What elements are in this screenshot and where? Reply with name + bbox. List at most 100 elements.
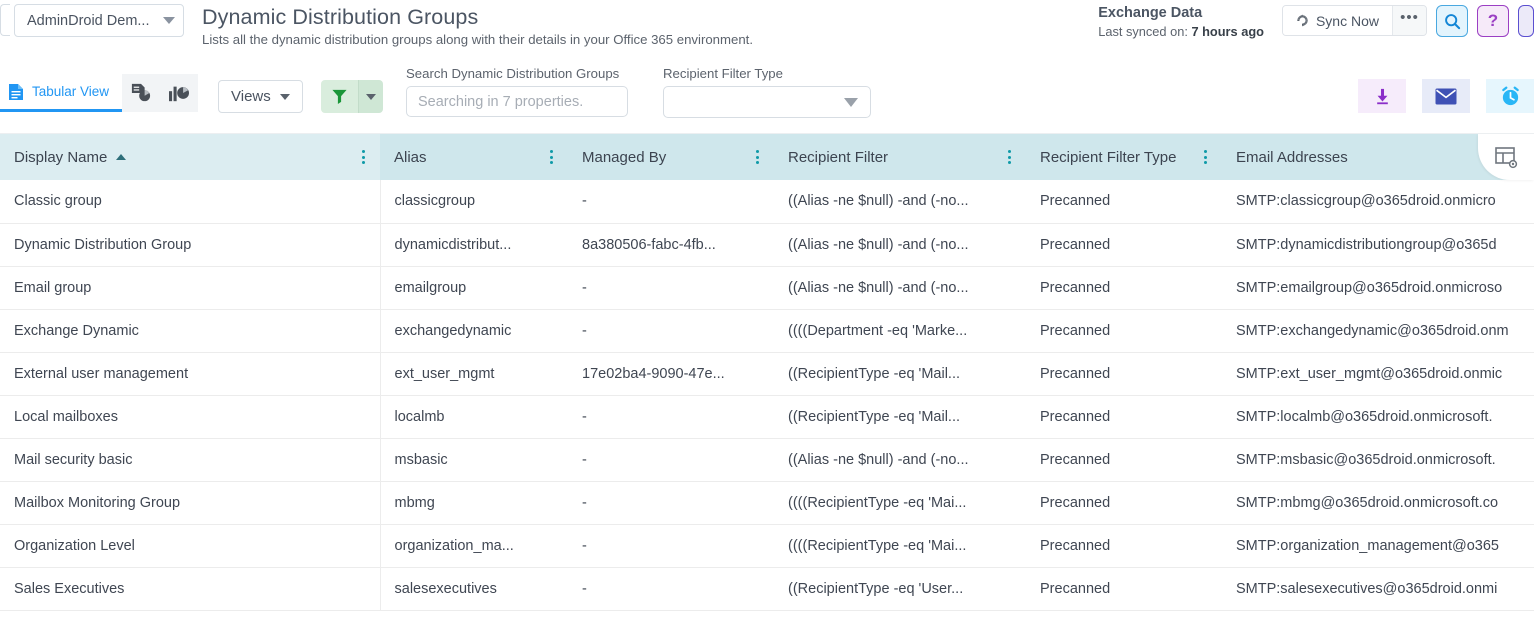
data-source-label: Exchange Data <box>1098 4 1264 23</box>
sidebar-edge-stub <box>0 4 10 36</box>
refresh-icon <box>1296 14 1309 27</box>
page-subtitle: Lists all the dynamic distribution group… <box>202 31 753 49</box>
sync-now-button[interactable]: Sync Now <box>1283 6 1392 35</box>
settings-button-clipped[interactable] <box>1518 5 1534 37</box>
summary-view-button[interactable] <box>122 74 160 112</box>
tenant-name: AdminDroid Dem... <box>27 13 159 29</box>
cell-recipient-filter-type: Precanned <box>1026 309 1222 352</box>
chevron-down-icon <box>844 98 858 107</box>
funnel-icon <box>331 88 348 105</box>
table-header-row: Display Name Alias Managed By Recipient … <box>0 134 1534 180</box>
table-row[interactable]: Sales Executivessalesexecutives-((Recipi… <box>0 567 1534 610</box>
chart-view-button[interactable] <box>160 74 198 112</box>
cell-recipient-filter-type: Precanned <box>1026 266 1222 309</box>
sync-status: Exchange Data Last synced on: 7 hours ag… <box>1098 2 1264 41</box>
recipient-filter-type-select[interactable] <box>663 86 871 118</box>
column-header-managed-by[interactable]: Managed By <box>568 134 774 180</box>
cell-recipient-filter-type: Precanned <box>1026 567 1222 610</box>
download-button[interactable] <box>1358 79 1406 113</box>
cell-email-addresses: SMTP:salesexecutives@o365droid.onmi <box>1222 567 1534 610</box>
email-button[interactable] <box>1422 79 1470 113</box>
tenant-selector[interactable]: AdminDroid Dem... <box>14 4 184 37</box>
column-options-icon[interactable] <box>1198 148 1212 166</box>
cell-alias: organization_ma... <box>380 524 568 567</box>
search-field-group: Search Dynamic Distribution Groups <box>406 66 628 117</box>
cell-email-addresses: SMTP:exchangedynamic@o365droid.onm <box>1222 309 1534 352</box>
cell-managed-by: 8a380506-fabc-4fb... <box>568 223 774 266</box>
table-settings-icon <box>1494 145 1518 169</box>
cell-recipient-filter: ((RecipientType -eq 'Mail... <box>774 395 1026 438</box>
last-synced-value: 7 hours ago <box>1191 24 1264 39</box>
recipient-filter-type-label: Recipient Filter Type <box>663 66 871 81</box>
views-dropdown-button[interactable]: Views <box>218 80 303 113</box>
recipient-filter-type-group: Recipient Filter Type <box>663 66 871 118</box>
chevron-down-icon <box>163 17 175 24</box>
tab-tabular-view[interactable]: Tabular View <box>0 74 122 112</box>
sync-more-button[interactable]: ••• <box>1392 6 1426 35</box>
cell-recipient-filter: ((((RecipientType -eq 'Mai... <box>774 524 1026 567</box>
cell-managed-by: - <box>568 524 774 567</box>
table-row[interactable]: External user managementext_user_mgmt17e… <box>0 352 1534 395</box>
cell-email-addresses: SMTP:organization_management@o365 <box>1222 524 1534 567</box>
cell-alias: emailgroup <box>380 266 568 309</box>
column-header-alias[interactable]: Alias <box>380 134 568 180</box>
view-toolbar: Tabular View Views <box>0 52 1534 134</box>
cell-display-name: Exchange Dynamic <box>0 309 380 352</box>
app-header: AdminDroid Dem... Dynamic Distribution G… <box>0 0 1534 52</box>
schedule-button[interactable] <box>1486 79 1534 113</box>
chevron-down-icon <box>366 94 376 100</box>
table-row[interactable]: Exchange Dynamicexchangedynamic-((((Depa… <box>0 309 1534 352</box>
cell-recipient-filter-type: Precanned <box>1026 395 1222 438</box>
cell-alias: salesexecutives <box>380 567 568 610</box>
table-row[interactable]: Organization Levelorganization_ma...-(((… <box>0 524 1534 567</box>
column-header-recipient-filter[interactable]: Recipient Filter <box>774 134 1026 180</box>
page-heading-block: Dynamic Distribution Groups Lists all th… <box>202 4 753 49</box>
filter-button[interactable] <box>321 80 358 113</box>
filter-options-button[interactable] <box>358 80 383 113</box>
cell-managed-by: - <box>568 438 774 481</box>
cell-display-name: External user management <box>0 352 380 395</box>
cell-managed-by: - <box>568 567 774 610</box>
table-row[interactable]: Classic groupclassicgroup-((Alias -ne $n… <box>0 180 1534 223</box>
cell-display-name: Classic group <box>0 180 380 223</box>
column-options-icon[interactable] <box>1002 148 1016 166</box>
table-row[interactable]: Email groupemailgroup-((Alias -ne $null)… <box>0 266 1534 309</box>
column-options-icon[interactable] <box>750 148 764 166</box>
alarm-clock-icon <box>1500 86 1521 107</box>
cell-alias: exchangedynamic <box>380 309 568 352</box>
column-header-recipient-filter-type[interactable]: Recipient Filter Type <box>1026 134 1222 180</box>
column-options-icon[interactable] <box>356 148 370 166</box>
sort-ascending-icon <box>116 154 126 160</box>
chevron-down-icon <box>280 94 290 100</box>
last-synced-label: Last synced on: <box>1098 24 1188 39</box>
search-icon <box>1444 13 1461 30</box>
search-input[interactable] <box>406 86 628 117</box>
table-row[interactable]: Dynamic Distribution Groupdynamicdistrib… <box>0 223 1534 266</box>
cell-alias: ext_user_mgmt <box>380 352 568 395</box>
cell-managed-by: - <box>568 180 774 223</box>
cell-managed-by: - <box>568 395 774 438</box>
cell-managed-by: 17e02ba4-9090-47e... <box>568 352 774 395</box>
table-row[interactable]: Mail security basicmsbasic-((Alias -ne $… <box>0 438 1534 481</box>
cell-display-name: Organization Level <box>0 524 380 567</box>
table-row[interactable]: Mailbox Monitoring Groupmbmg-((((Recipie… <box>0 481 1534 524</box>
cell-managed-by: - <box>568 309 774 352</box>
sync-button-group: Sync Now ••• <box>1282 5 1427 36</box>
cell-email-addresses: SMTP:mbmg@o365droid.onmicrosoft.co <box>1222 481 1534 524</box>
cell-alias: classicgroup <box>380 180 568 223</box>
column-label: Managed By <box>582 149 666 166</box>
global-search-button[interactable] <box>1436 5 1468 37</box>
cell-recipient-filter-type: Precanned <box>1026 438 1222 481</box>
cell-display-name: Dynamic Distribution Group <box>0 223 380 266</box>
column-options-icon[interactable] <box>544 148 558 166</box>
column-header-display-name[interactable]: Display Name <box>0 134 380 180</box>
view-tab-group: Tabular View <box>0 74 198 112</box>
cell-display-name: Sales Executives <box>0 567 380 610</box>
table-row[interactable]: Local mailboxeslocalmb-((RecipientType -… <box>0 395 1534 438</box>
cell-email-addresses: SMTP:msbasic@o365droid.onmicrosoft. <box>1222 438 1534 481</box>
column-label: Recipient Filter <box>788 149 888 166</box>
help-button[interactable]: ? <box>1477 5 1509 37</box>
cell-email-addresses: SMTP:classicgroup@o365droid.onmicro <box>1222 180 1534 223</box>
bar-pie-chart-icon <box>168 83 190 103</box>
cell-managed-by: - <box>568 481 774 524</box>
